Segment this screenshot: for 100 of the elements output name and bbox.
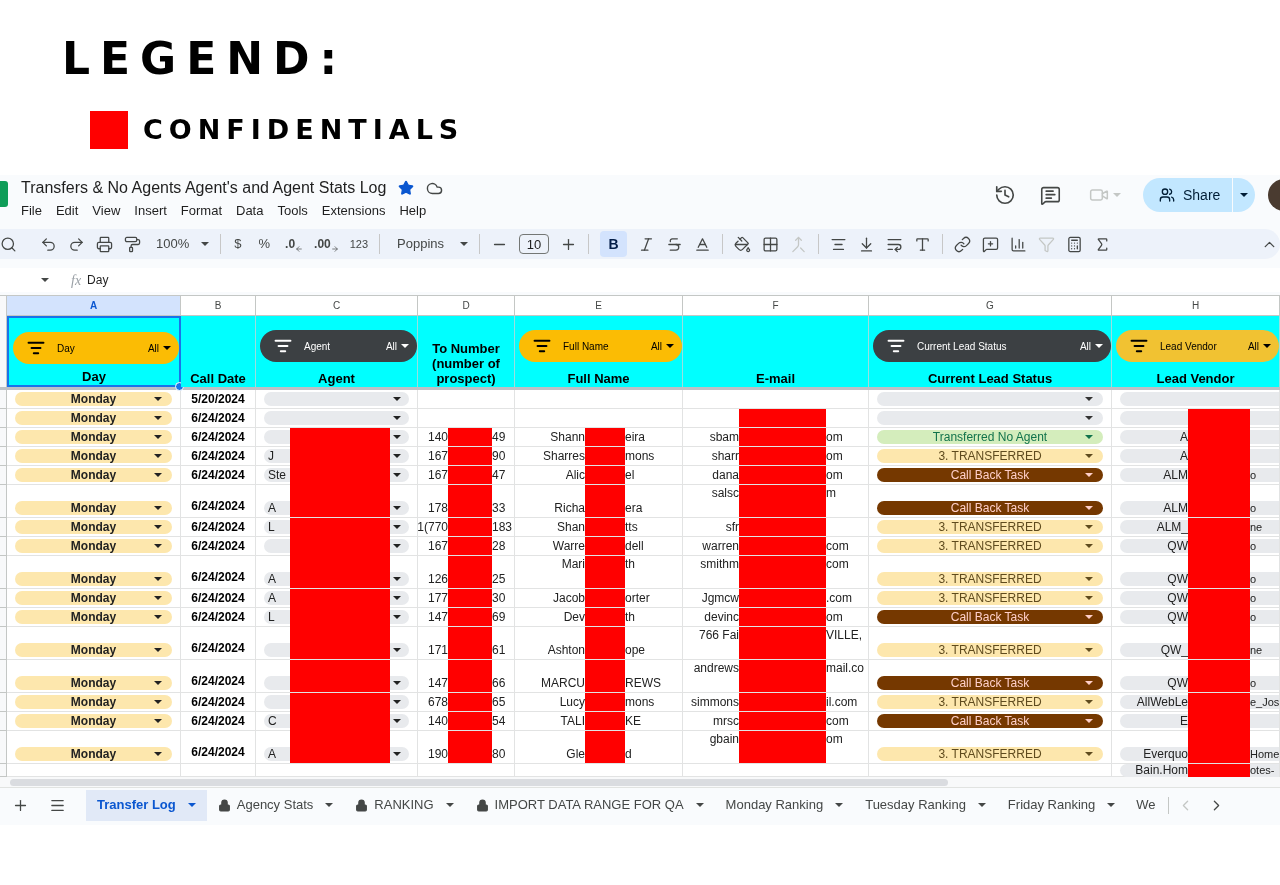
agent-dropdown[interactable]: A xyxy=(264,501,290,515)
text-color-icon[interactable] xyxy=(694,235,712,253)
lead-vendor-dropdown[interactable]: QW xyxy=(1120,572,1188,586)
increase-decimal-button[interactable]: .00 xyxy=(314,235,339,253)
menu-item[interactable]: View xyxy=(92,201,121,221)
lead-vendor-dropdown[interactable]: A xyxy=(1120,449,1188,463)
sheet-tab[interactable]: Monday Ranking xyxy=(714,789,855,821)
lead-vendor-dropdown[interactable]: E xyxy=(1120,714,1188,728)
header-cell[interactable]: Agent All Agent xyxy=(256,316,418,387)
number-format-button[interactable]: 123 xyxy=(349,235,369,253)
agent-dropdown[interactable]: A xyxy=(264,591,290,605)
column-header[interactable]: D xyxy=(418,296,515,316)
dropdown-arrow-button[interactable] xyxy=(390,676,409,690)
sheet-tab[interactable]: IMPORT DATA RANGE FOR QA xyxy=(464,789,715,821)
day-dropdown[interactable]: Monday xyxy=(15,501,172,515)
menu-item[interactable]: Tools xyxy=(277,201,308,221)
lead-status-dropdown[interactable]: 3. TRANSFERRED xyxy=(877,449,1103,463)
lead-vendor-dropdown[interactable]: Bain.Hom xyxy=(1120,764,1188,777)
dropdown-arrow-button[interactable] xyxy=(390,539,409,553)
day-dropdown[interactable]: Monday xyxy=(15,539,172,553)
lead-vendor-dropdown[interactable]: QW xyxy=(1120,591,1188,605)
borders-icon[interactable] xyxy=(762,235,780,253)
agent-dropdown[interactable]: A xyxy=(264,572,290,586)
header-cell[interactable]: Call Date xyxy=(181,316,256,387)
lead-status-dropdown[interactable]: Call Back Task xyxy=(877,610,1103,624)
lead-status-dropdown[interactable]: 3. TRANSFERRED xyxy=(877,643,1103,657)
paint-format-icon[interactable] xyxy=(124,235,141,253)
comment-icon[interactable] xyxy=(1040,184,1061,206)
day-dropdown[interactable]: Monday xyxy=(15,468,172,482)
day-dropdown[interactable]: Monday xyxy=(15,695,172,709)
dropdown-arrow-button[interactable] xyxy=(390,501,409,515)
filter-chip[interactable]: Lead Vendor All xyxy=(1116,330,1279,362)
zoom-dropdown[interactable]: 100% xyxy=(156,234,210,254)
agent-dropdown[interactable]: C xyxy=(264,714,290,728)
header-cell[interactable]: Lead Vendor All Lead Vendor xyxy=(1112,316,1280,387)
dropdown-arrow-button[interactable] xyxy=(390,449,409,463)
filter-chip[interactable]: Day All xyxy=(13,332,179,364)
agent-dropdown[interactable]: J xyxy=(264,449,290,463)
sheet-tab[interactable]: We xyxy=(1126,795,1156,815)
day-dropdown[interactable]: Monday xyxy=(15,430,172,444)
day-dropdown[interactable]: Monday xyxy=(15,676,172,690)
link-icon[interactable] xyxy=(954,235,972,253)
functions-icon[interactable] xyxy=(1066,235,1084,253)
column-header[interactable]: A xyxy=(7,296,181,316)
lead-status-dropdown[interactable]: 3. TRANSFERRED xyxy=(877,695,1103,709)
sheet-tab[interactable]: Transfer Log xyxy=(86,789,207,821)
column-header[interactable]: C xyxy=(256,296,418,316)
lead-vendor-dropdown[interactable]: Everquo xyxy=(1120,747,1188,761)
dropdown-arrow-button[interactable] xyxy=(390,643,409,657)
decrease-decimal-button[interactable]: .0 xyxy=(285,235,304,253)
day-dropdown[interactable]: Monday xyxy=(15,572,172,586)
header-cell[interactable]: To Number (number of prospect) xyxy=(418,316,515,387)
horizontal-scrollbar[interactable] xyxy=(10,778,948,786)
menu-item[interactable]: Insert xyxy=(134,201,167,221)
header-cell[interactable]: Current Lead Status All Current Lead Status xyxy=(869,316,1112,387)
agent-dropdown[interactable]: Ste xyxy=(264,468,290,482)
filter-chip[interactable]: Current Lead Status All xyxy=(873,330,1111,362)
dropdown-arrow-button[interactable] xyxy=(390,572,409,586)
lead-vendor-dropdown[interactable]: AllWebLe xyxy=(1120,695,1188,709)
column-header[interactable]: B xyxy=(181,296,256,316)
lead-vendor-dropdown[interactable]: ALM xyxy=(1120,468,1188,482)
header-cell[interactable]: E-mail xyxy=(683,316,869,387)
day-dropdown[interactable]: Monday xyxy=(15,714,172,728)
lead-vendor-dropdown[interactable]: A xyxy=(1120,430,1188,444)
print-icon[interactable] xyxy=(96,235,113,253)
menu-item[interactable]: Format xyxy=(180,201,222,221)
lead-vendor-dropdown[interactable]: QW xyxy=(1120,539,1188,553)
percent-button[interactable]: % xyxy=(254,234,275,254)
corner-cell[interactable] xyxy=(0,296,7,316)
dropdown-arrow-button[interactable] xyxy=(390,430,409,444)
star-icon[interactable] xyxy=(398,180,415,196)
strikethrough-icon[interactable] xyxy=(666,235,684,253)
sheet-tab[interactable]: Friday Ranking xyxy=(996,789,1127,821)
agent-dropdown[interactable]: A xyxy=(264,747,290,761)
lead-status-dropdown[interactable]: Transferred No Agent xyxy=(877,430,1103,444)
add-comment-icon[interactable] xyxy=(982,235,1000,253)
font-dropdown[interactable]: Poppins xyxy=(397,234,469,254)
dropdown-arrow-button[interactable] xyxy=(390,747,409,761)
filter-chip[interactable]: Agent All xyxy=(260,330,417,362)
redo-icon[interactable] xyxy=(68,235,85,253)
dropdown-arrow-button[interactable] xyxy=(390,468,409,482)
lead-status-dropdown[interactable]: 3. TRANSFERRED xyxy=(877,591,1103,605)
menu-item[interactable]: Data xyxy=(236,201,264,221)
lead-vendor-dropdown[interactable]: QW_ xyxy=(1120,643,1188,657)
menu-item[interactable]: File xyxy=(21,201,42,221)
day-dropdown[interactable]: Monday xyxy=(15,411,172,425)
formula-value[interactable]: Day xyxy=(87,271,109,289)
chart-icon[interactable] xyxy=(1010,235,1028,253)
lead-status-dropdown[interactable]: 3. TRANSFERRED xyxy=(877,572,1103,586)
dropdown-arrow-button[interactable] xyxy=(390,591,409,605)
dropdown-arrow-button[interactable] xyxy=(390,695,409,709)
document-title[interactable]: Transfers & No Agents Agent's and Agent Stats Log xyxy=(21,176,387,200)
history-icon[interactable] xyxy=(994,184,1016,206)
day-dropdown[interactable]: Monday xyxy=(15,449,172,463)
bold-button[interactable]: B xyxy=(600,231,628,257)
share-button[interactable]: Share xyxy=(1143,178,1255,212)
day-dropdown[interactable]: Monday xyxy=(15,392,172,406)
lead-vendor-dropdown[interactable]: QW xyxy=(1120,676,1188,690)
column-header[interactable]: G xyxy=(869,296,1112,316)
text-rotation-icon[interactable] xyxy=(914,235,932,253)
